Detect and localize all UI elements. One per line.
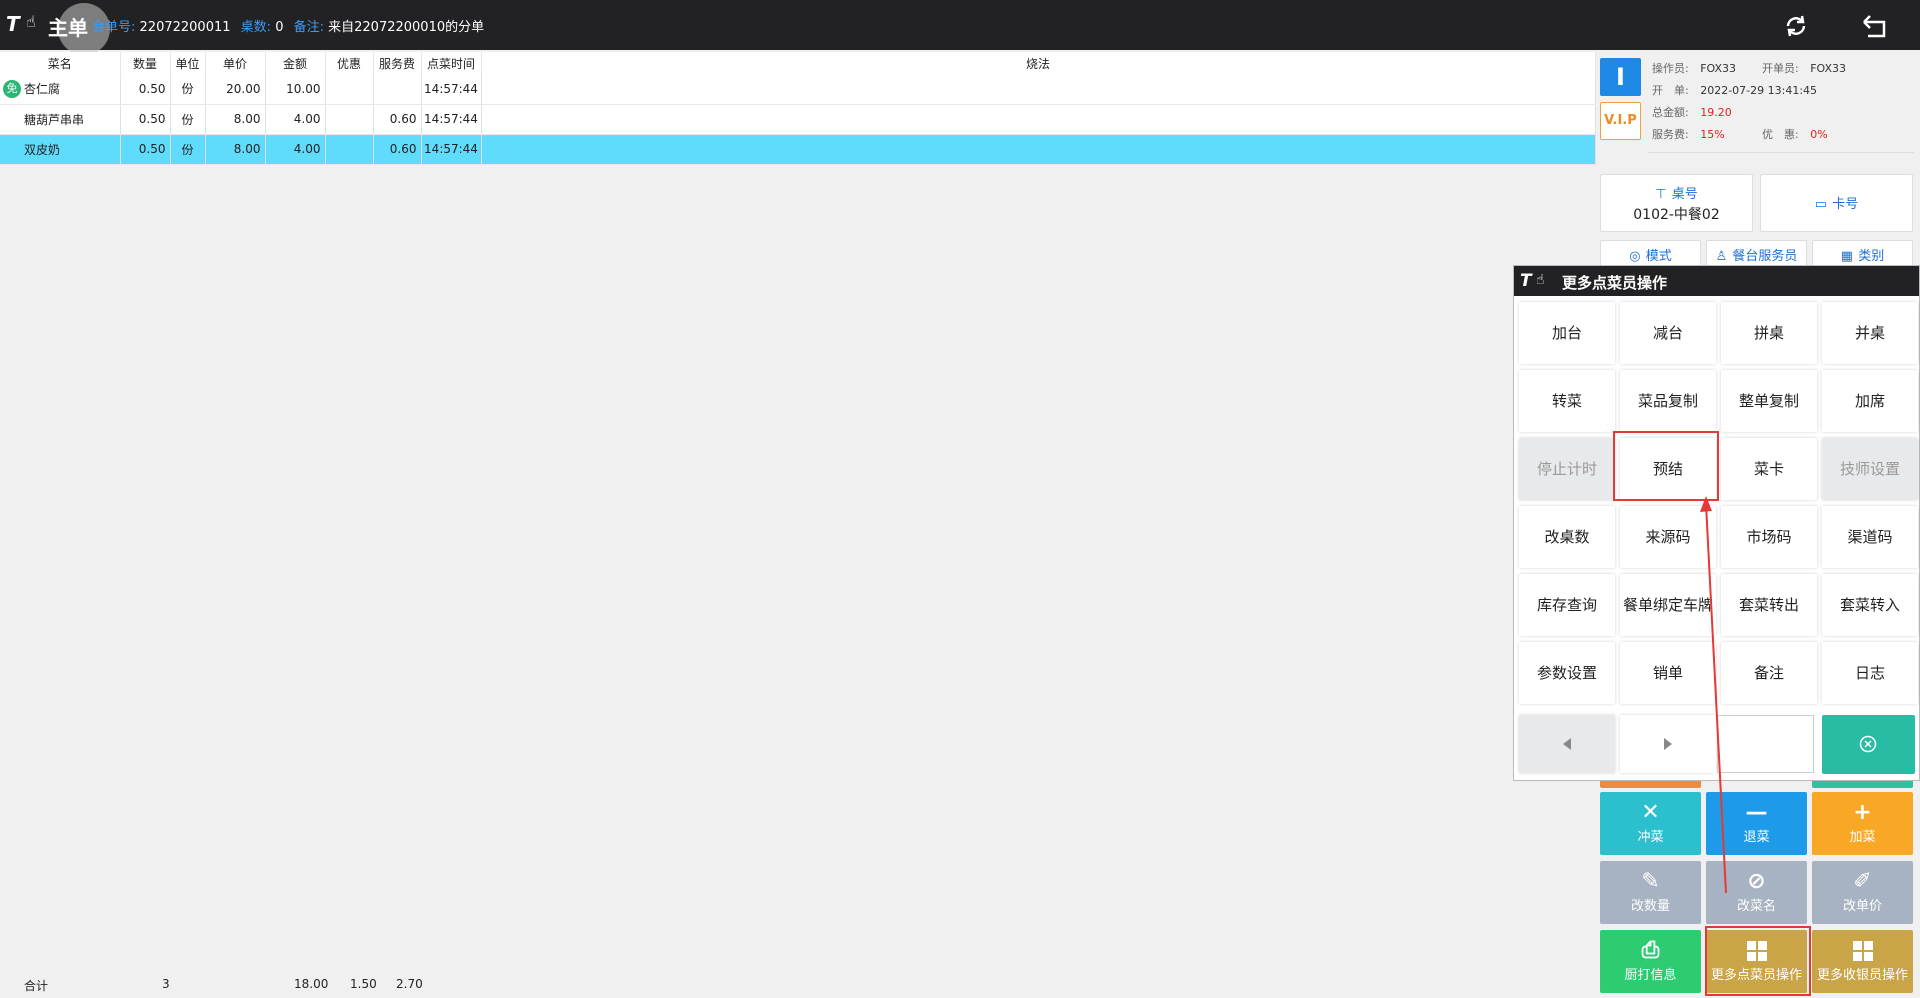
- annotation-arrow: [1700, 496, 1727, 894]
